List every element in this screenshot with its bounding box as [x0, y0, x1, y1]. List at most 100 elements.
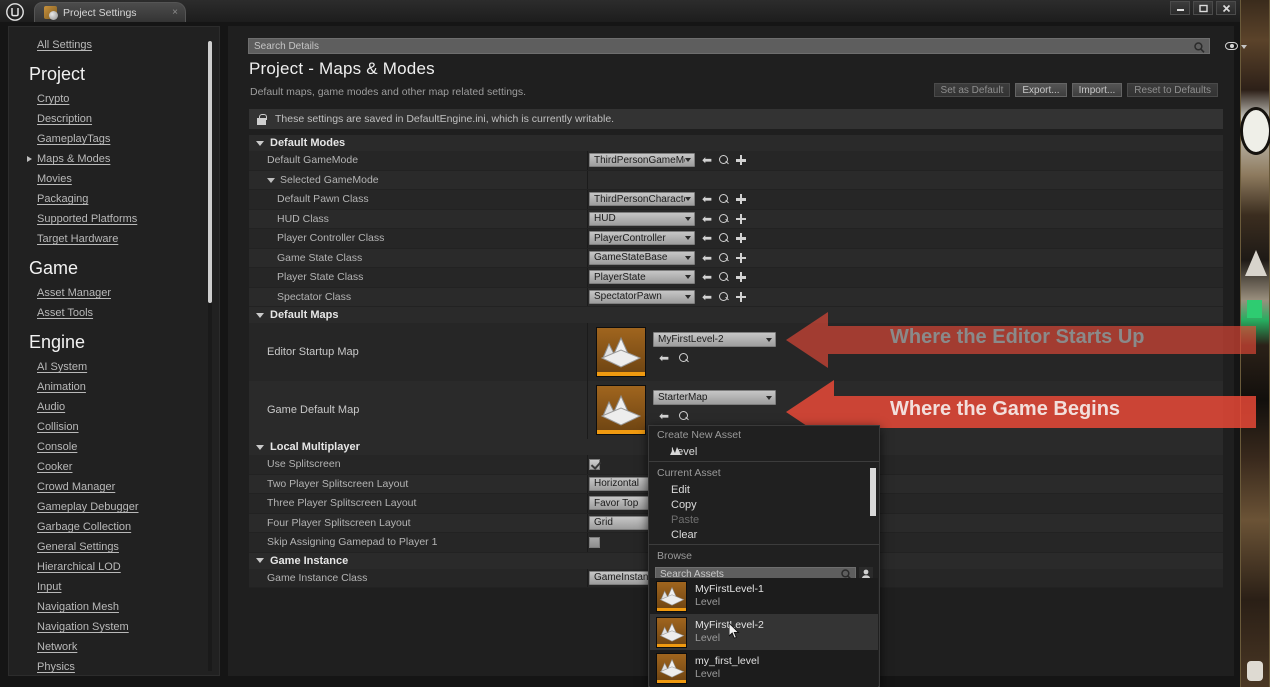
- set-as-default-button[interactable]: Set as Default: [933, 83, 1011, 97]
- checkbox-skip-assigning-gamepad-to-player-1[interactable]: [589, 536, 600, 548]
- sidebar-item-animation[interactable]: Animation: [37, 381, 86, 393]
- eye-visibility-icon[interactable]: [1225, 42, 1238, 50]
- close-icon[interactable]: ×: [172, 7, 178, 18]
- sidebar-item-garbage-collection[interactable]: Garbage Collection: [37, 521, 131, 533]
- asset-picker-dropdown[interactable]: Create New Asset Level Current Asset Edi…: [648, 425, 880, 687]
- add-icon[interactable]: [736, 155, 747, 166]
- property-row-game-state-class[interactable]: Game State Class GameStateBase ⬅: [249, 248, 1223, 268]
- add-icon[interactable]: [736, 194, 747, 205]
- menu-item-level[interactable]: Level: [649, 444, 879, 459]
- value-dropdown[interactable]: ThirdPersonGameMc: [589, 153, 695, 168]
- add-icon[interactable]: [736, 233, 747, 244]
- reset-arrow-icon[interactable]: ⬅: [702, 213, 712, 225]
- sidebar-item-general-settings[interactable]: General Settings: [37, 541, 119, 553]
- reset-arrow-icon[interactable]: ⬅: [702, 193, 712, 205]
- close-window-button[interactable]: [1216, 1, 1236, 15]
- browse-magnifier-icon[interactable]: [719, 155, 729, 165]
- sidebar-item-crypto[interactable]: Crypto: [37, 93, 69, 105]
- value-dropdown[interactable]: GameStateBase: [589, 250, 695, 265]
- add-icon[interactable]: [736, 213, 747, 224]
- reset-arrow-icon[interactable]: ⬅: [702, 271, 712, 283]
- minimize-button[interactable]: [1170, 1, 1190, 15]
- sidebar-item-description[interactable]: Description: [37, 113, 92, 125]
- chevron-down-icon[interactable]: [1241, 45, 1247, 49]
- sidebar-item-gameplaytags[interactable]: GameplayTags: [37, 133, 110, 145]
- reset-arrow-icon[interactable]: ⬅: [702, 252, 712, 264]
- search-details-input[interactable]: Search Details: [248, 38, 1210, 54]
- sidebar-item-console[interactable]: Console: [37, 441, 77, 453]
- value-dropdown[interactable]: ThirdPersonCharacte: [589, 192, 695, 207]
- sidebar-item-asset-manager[interactable]: Asset Manager: [37, 287, 111, 299]
- reset-arrow-icon[interactable]: ⬅: [659, 352, 669, 364]
- asset-results-list[interactable]: MyFirstLevel-1LevelMyFirstLevel-2Levelmy…: [650, 578, 878, 687]
- import-button[interactable]: Import...: [1071, 83, 1123, 97]
- reset-arrow-icon[interactable]: ⬅: [702, 232, 712, 244]
- sidebar-item-crowd-manager[interactable]: Crowd Manager: [37, 481, 115, 493]
- property-row-default-pawn-class[interactable]: Default Pawn Class ThirdPersonCharacte ⬅: [249, 190, 1223, 210]
- property-row-hud-class[interactable]: HUD Class HUD ⬅: [249, 209, 1223, 229]
- asset-list-item[interactable]: MyFirstLevel-1 Level: [650, 578, 878, 614]
- sidebar-item-target-hardware[interactable]: Target Hardware: [37, 233, 118, 245]
- property-row-selected-gamemode[interactable]: Selected GameMode: [249, 170, 1223, 190]
- browse-magnifier-icon[interactable]: [719, 213, 729, 224]
- value-dropdown[interactable]: SpectatorPawn: [589, 289, 695, 304]
- reset-arrow-icon[interactable]: ⬅: [702, 291, 712, 303]
- reset-arrow-icon[interactable]: ⬅: [659, 410, 669, 422]
- property-row-spectator-class[interactable]: Spectator Class SpectatorPawn ⬅: [249, 287, 1223, 307]
- sidebar-item-navigation-system[interactable]: Navigation System: [37, 621, 129, 633]
- sidebar-item-hierarchical-lod[interactable]: Hierarchical LOD: [37, 561, 121, 573]
- property-row-player-controller-class[interactable]: Player Controller Class PlayerController ⬅: [249, 229, 1223, 249]
- browse-magnifier-icon[interactable]: [719, 252, 729, 263]
- sidebar-item-asset-tools[interactable]: Asset Tools: [37, 307, 93, 319]
- sidebar-item-input[interactable]: Input: [37, 581, 61, 593]
- asset-list-item[interactable]: MyFirstLevel-2Level: [650, 614, 878, 650]
- property-row-player-state-class[interactable]: Player State Class PlayerState ⬅: [249, 268, 1223, 288]
- map-thumbnail[interactable]: [596, 385, 646, 435]
- browse-magnifier-icon[interactable]: [719, 233, 729, 243]
- asset-list-item[interactable]: my_first_level Level: [650, 650, 878, 686]
- checkbox-use-splitscreen[interactable]: [589, 458, 600, 470]
- browse-magnifier-icon[interactable]: [719, 291, 729, 302]
- sidebar-item-packaging[interactable]: Packaging: [37, 193, 88, 205]
- property-row-default-gamemode[interactable]: Default GameMode ThirdPersonGameMc ⬅: [249, 151, 1223, 171]
- map-thumbnail[interactable]: [596, 327, 646, 377]
- sidebar-item-cooker[interactable]: Cooker: [37, 461, 72, 473]
- sidebar-item-audio[interactable]: Audio: [37, 401, 65, 413]
- map-row-editor-startup-map[interactable]: Editor Startup Map MyFirstLevel-2 ⬅: [249, 323, 1223, 381]
- sidebar-item-maps-modes[interactable]: Maps & Modes: [26, 153, 110, 165]
- value-dropdown[interactable]: PlayerController: [589, 231, 695, 246]
- export-button[interactable]: Export...: [1015, 83, 1067, 97]
- add-icon[interactable]: [736, 252, 747, 263]
- menu-item-edit[interactable]: Edit: [649, 482, 879, 497]
- add-icon[interactable]: [736, 291, 747, 302]
- sidebar-item-all-settings[interactable]: All Settings: [37, 39, 92, 51]
- sidebar-item-navigation-mesh[interactable]: Navigation Mesh: [37, 601, 119, 613]
- sidebar-item-ai-system[interactable]: AI System: [37, 361, 87, 373]
- sidebar-item-physics[interactable]: Physics: [37, 661, 75, 673]
- search-icon[interactable]: [1194, 42, 1205, 53]
- asset-list-scrollbar[interactable]: [870, 468, 876, 516]
- section-header-default-maps[interactable]: Default Maps: [249, 307, 1223, 323]
- sidebar-item-supported-platforms[interactable]: Supported Platforms: [37, 213, 137, 225]
- browse-magnifier-icon[interactable]: [679, 353, 689, 363]
- section-header-default-modes[interactable]: Default Modes: [249, 135, 1223, 151]
- browse-magnifier-icon[interactable]: [719, 272, 729, 282]
- sidebar-item-collision[interactable]: Collision: [37, 421, 79, 433]
- menu-item-clear[interactable]: Clear: [649, 527, 879, 542]
- reset-to-defaults-button[interactable]: Reset to Defaults: [1127, 83, 1218, 97]
- settings-category-sidebar[interactable]: All Settings Project Crypto Description Game…: [8, 26, 220, 676]
- value-dropdown[interactable]: StarterMap: [653, 390, 776, 405]
- browse-magnifier-icon[interactable]: [679, 411, 689, 421]
- tab-project-settings[interactable]: Project Settings ×: [34, 2, 186, 22]
- browse-magnifier-icon[interactable]: [719, 194, 729, 204]
- sidebar-item-movies[interactable]: Movies: [37, 173, 72, 185]
- sidebar-item-gameplay-debugger[interactable]: Gameplay Debugger: [37, 501, 139, 513]
- sidebar-item-network[interactable]: Network: [37, 641, 77, 653]
- add-icon[interactable]: [736, 272, 747, 283]
- maximize-button[interactable]: [1193, 1, 1213, 15]
- value-dropdown[interactable]: MyFirstLevel-2: [653, 332, 776, 347]
- value-dropdown[interactable]: PlayerState: [589, 270, 695, 285]
- reset-arrow-icon[interactable]: ⬅: [702, 154, 712, 166]
- menu-item-copy[interactable]: Copy: [649, 497, 879, 512]
- value-dropdown[interactable]: HUD: [589, 211, 695, 226]
